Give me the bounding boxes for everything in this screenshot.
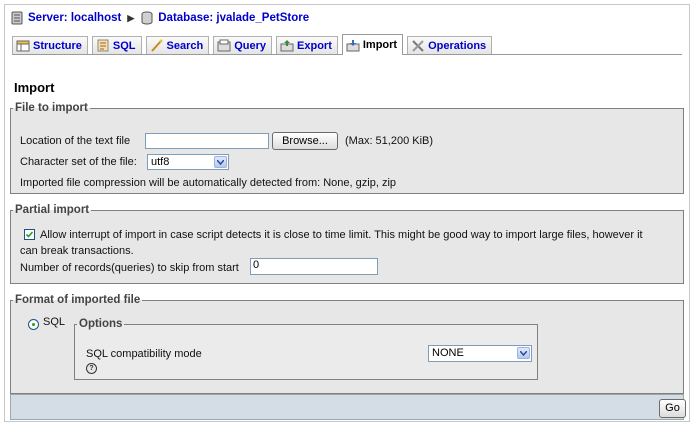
search-icon xyxy=(150,39,164,52)
allow-interrupt-checkbox[interactable] xyxy=(24,229,35,240)
help-icon[interactable]: ? xyxy=(86,363,97,374)
charset-select[interactable]: utf8 xyxy=(147,154,229,170)
tab-import[interactable]: Import xyxy=(341,34,404,55)
file-to-import-legend: File to import xyxy=(15,102,88,114)
max-size-note: (Max: 51,200 KiB) xyxy=(345,135,434,147)
allow-interrupt-label-cont: can break transactions. xyxy=(20,245,134,257)
structure-icon xyxy=(16,39,30,52)
format-legend: Format of imported file xyxy=(15,294,141,306)
breadcrumb-separator-icon: ▶ xyxy=(127,12,135,23)
chevron-down-icon xyxy=(517,347,530,359)
tab-bar: Structure SQL Search Query Export Import… xyxy=(12,32,682,55)
browse-button[interactable]: Browse... xyxy=(272,132,338,150)
chevron-down-icon xyxy=(214,156,227,168)
file-path-input[interactable] xyxy=(145,133,269,149)
tab-label: Import xyxy=(362,39,398,51)
sql-format-radio[interactable] xyxy=(28,319,39,330)
export-icon xyxy=(280,39,294,52)
compat-mode-value: NONE xyxy=(432,347,464,359)
partial-import-legend: Partial import xyxy=(15,204,90,216)
database-icon xyxy=(140,11,154,25)
checkmark-icon xyxy=(25,231,34,238)
breadcrumb-database-link[interactable]: Database: jvalade_PetStore xyxy=(158,12,309,24)
tab-search[interactable]: Search xyxy=(145,36,210,54)
compat-mode-label: SQL compatibility mode xyxy=(86,348,202,360)
tab-sql[interactable]: SQL xyxy=(91,36,142,54)
query-icon xyxy=(217,39,231,52)
sql-icon xyxy=(96,39,110,52)
skip-records-label: Number of records(queries) to skip from … xyxy=(20,262,239,274)
tab-export[interactable]: Export xyxy=(276,36,338,54)
charset-value: utf8 xyxy=(151,156,170,168)
compat-mode-select[interactable]: NONE xyxy=(428,345,532,362)
tab-label: Structure xyxy=(33,39,82,52)
sql-format-label: SQL xyxy=(43,316,66,328)
skip-records-input[interactable]: 0 xyxy=(250,258,378,275)
tab-structure[interactable]: Structure xyxy=(12,36,88,54)
tab-query[interactable]: Query xyxy=(213,36,273,54)
tab-label: SQL xyxy=(112,39,136,52)
tab-operations[interactable]: Operations xyxy=(407,36,493,54)
tab-label: Export xyxy=(297,39,332,52)
location-label: Location of the text file xyxy=(20,135,131,147)
form-footer xyxy=(10,394,684,420)
breadcrumb: Server: localhost ▶ Database: jvalade_Pe… xyxy=(10,10,309,26)
breadcrumb-server-link[interactable]: Server: localhost xyxy=(28,12,121,24)
import-icon xyxy=(346,39,360,52)
tab-label: Search xyxy=(166,39,204,52)
tab-label: Operations xyxy=(428,39,487,52)
tab-label: Query xyxy=(234,39,267,52)
page-title: Import xyxy=(14,80,55,95)
compression-note: Imported file compression will be automa… xyxy=(20,177,397,189)
options-legend: Options xyxy=(79,318,123,330)
server-icon xyxy=(10,11,24,25)
go-button[interactable]: Go xyxy=(659,399,686,418)
allow-interrupt-label: Allow interrupt of import in case script… xyxy=(40,229,643,241)
charset-label: Character set of the file: xyxy=(20,156,137,168)
operations-icon xyxy=(411,39,425,52)
